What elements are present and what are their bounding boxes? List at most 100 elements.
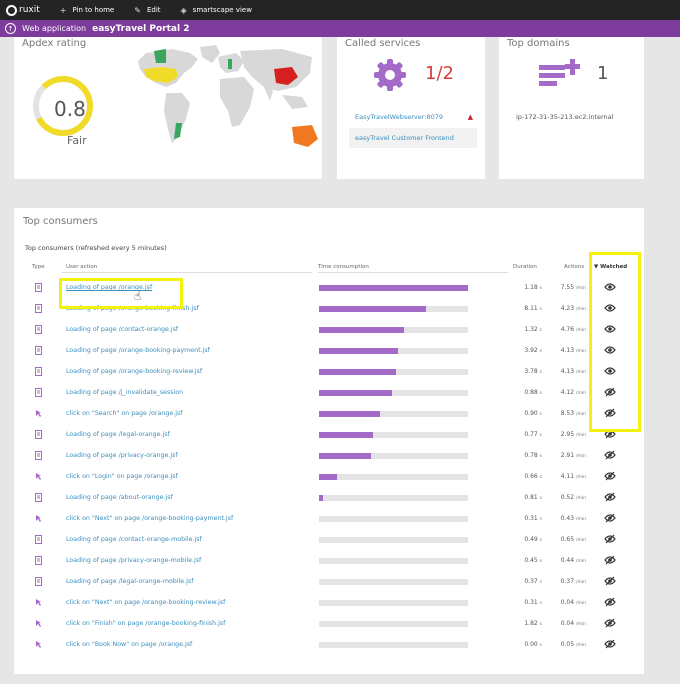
time-consumption-bar xyxy=(319,474,337,480)
domain-name[interactable]: ip-172-31-35-213.ec2.internal xyxy=(516,113,613,121)
back-arrow-icon[interactable]: ↑ xyxy=(5,23,16,34)
unwatched-eye-icon[interactable] xyxy=(604,555,616,565)
table-row[interactable]: Loading of page /legal-orange-mobile.jsf… xyxy=(22,572,636,593)
duration-unit: s xyxy=(539,307,542,312)
table-row[interactable]: Loading of page /privacy-orange-mobile.j… xyxy=(22,551,636,572)
table-row[interactable]: Loading of page /orange-booking-payment.… xyxy=(22,341,636,362)
time-consumption-track xyxy=(319,411,468,417)
actions-cell: 0.37 /min xyxy=(544,578,586,585)
user-action-link[interactable]: Loading of page /contact-orange.jsf xyxy=(66,326,178,333)
top-domains-card[interactable]: Top domains 1 ip-172-31-35-213.ec2.inter… xyxy=(499,37,644,179)
table-row[interactable]: click on "Finish" on page /orange-bookin… xyxy=(22,614,636,635)
actions-value: 0.04 xyxy=(560,620,575,627)
unwatched-eye-icon[interactable] xyxy=(604,513,616,523)
app-type-label: Web application xyxy=(22,24,87,33)
user-action-link[interactable]: click on "Login" on page /orange.jsf xyxy=(66,473,178,480)
actions-unit: /min xyxy=(575,622,586,627)
table-row[interactable]: click on "Login" on page /orange.jsf 0.66… xyxy=(22,467,636,488)
edit-button[interactable]: ✎ Edit xyxy=(134,6,160,15)
unwatched-eye-icon[interactable] xyxy=(604,450,616,460)
apdex-title: Apdex rating xyxy=(22,38,87,49)
duration-unit: s xyxy=(539,622,542,627)
smartscape-view-button[interactable]: ◈ smartscape view xyxy=(181,6,252,15)
table-row[interactable]: Loading of page /about-orange.jsf 0.81 s0… xyxy=(22,488,636,509)
actions-unit: /min xyxy=(575,496,586,501)
table-row[interactable]: click on "Next" on page /orange-booking-… xyxy=(22,509,636,530)
user-action-link[interactable]: Loading of page /privacy-orange.jsf xyxy=(66,452,178,459)
duration-cell: 1.82 s xyxy=(502,620,542,627)
time-consumption-track xyxy=(319,621,468,627)
services-gear-icon xyxy=(374,59,406,91)
table-row[interactable]: Loading of page /orange-booking-review.j… xyxy=(22,362,636,383)
table-row[interactable]: click on "Next" on page /orange-booking-… xyxy=(22,593,636,614)
ruxit-logo[interactable]: ruxit xyxy=(6,4,40,16)
user-action-link[interactable]: Loading of page /about-orange.jsf xyxy=(66,494,173,501)
table-row[interactable]: Loading of page /contact-orange.jsf 1.32 … xyxy=(22,320,636,341)
duration-value: 0.66 xyxy=(524,473,538,480)
actions-cell: 4.12 /min xyxy=(544,389,586,396)
actions-unit: /min xyxy=(575,412,586,417)
user-action-link[interactable]: Loading of page /contact-orange-mobile.j… xyxy=(66,536,202,543)
user-action-link[interactable]: click on "Next" on page /orange-booking-… xyxy=(66,515,233,522)
table-row[interactable]: Loading of page /privacy-orange.jsf 0.78 … xyxy=(22,446,636,467)
pin-to-home-button[interactable]: + Pin to home xyxy=(60,6,114,15)
app-bar: ↑ Web application easyTravel Portal 2 xyxy=(0,20,680,37)
column-time-consumption[interactable]: Time consumption xyxy=(318,264,369,270)
actions-unit: /min xyxy=(575,433,586,438)
user-action-link[interactable]: Loading of page /j_invalidate_session xyxy=(66,389,183,396)
column-duration[interactable]: Duration xyxy=(513,264,537,270)
user-action-link[interactable]: click on "Next" on page /orange-booking-… xyxy=(66,599,225,606)
unwatched-eye-icon[interactable] xyxy=(604,492,616,502)
actions-unit: /min xyxy=(575,580,586,585)
duration-cell: 0.78 s xyxy=(502,452,542,459)
duration-unit: s xyxy=(539,517,542,522)
user-action-link[interactable]: Loading of page /orange-booking-payment.… xyxy=(66,347,210,354)
map-canada xyxy=(154,49,166,63)
called-services-card[interactable]: Called services 1/2 EasyTravelWebserver:… xyxy=(337,37,485,179)
unwatched-eye-icon[interactable] xyxy=(604,576,616,586)
user-action-link[interactable]: click on "Book Now" on page /orange.jsf xyxy=(66,641,192,648)
unwatched-eye-icon[interactable] xyxy=(604,471,616,481)
unwatched-eye-icon[interactable] xyxy=(604,534,616,544)
app-title: easyTravel Portal 2 xyxy=(92,23,190,34)
actions-value: 0.43 xyxy=(560,515,575,522)
time-consumption-track xyxy=(319,432,468,438)
table-row[interactable]: click on "Book Now" on page /orange.jsf 0… xyxy=(22,635,636,656)
called-services-count: 1/2 xyxy=(425,63,454,84)
service-row[interactable]: easyTravel Customer Frontend xyxy=(349,128,477,148)
table-row[interactable]: Loading of page /legal-orange.jsf 0.77 s2… xyxy=(22,425,636,446)
user-action-link[interactable]: Loading of page /privacy-orange-mobile.j… xyxy=(66,557,201,564)
time-consumption-track xyxy=(319,579,468,585)
unwatched-eye-icon[interactable] xyxy=(604,639,616,649)
unwatched-eye-icon[interactable] xyxy=(604,618,616,628)
time-consumption-track xyxy=(319,327,468,333)
table-row[interactable]: click on "Search" on page /orange.jsf 0.9… xyxy=(22,404,636,425)
time-consumption-track xyxy=(319,453,468,459)
user-action-link[interactable]: click on "Search" on page /orange.jsf xyxy=(66,410,182,417)
apdex-card[interactable]: Apdex rating 0.8 Fair xyxy=(14,37,322,179)
table-row[interactable]: Loading of page /j_invalidate_session 0.8… xyxy=(22,383,636,404)
user-action-link[interactable]: Loading of page /legal-orange.jsf xyxy=(66,431,170,438)
time-consumption-bar xyxy=(319,411,380,417)
actions-cell: 0.52 /min xyxy=(544,494,586,501)
duration-cell: 0.37 s xyxy=(502,578,542,585)
table-row[interactable]: Loading of page /contact-orange-mobile.j… xyxy=(22,530,636,551)
duration-unit: s xyxy=(539,328,542,333)
duration-value: 8.11 xyxy=(524,305,538,312)
column-actions[interactable]: Actions xyxy=(564,264,584,270)
top-domains-count: 1 xyxy=(597,63,609,84)
column-user-action[interactable]: User action xyxy=(66,264,97,270)
actions-value: 4.13 xyxy=(560,347,575,354)
time-consumption-track xyxy=(319,558,468,564)
page-icon xyxy=(35,304,42,313)
actions-unit: /min xyxy=(575,517,586,522)
user-action-link[interactable]: click on "Finish" on page /orange-bookin… xyxy=(66,620,225,627)
service-row[interactable]: EasyTravelWebserver:8079 ▲ xyxy=(349,107,477,127)
actions-unit: /min xyxy=(575,559,586,564)
actions-unit: /min xyxy=(575,286,586,291)
unwatched-eye-icon[interactable] xyxy=(604,597,616,607)
duration-cell: 0.49 s xyxy=(502,536,542,543)
actions-value: 0.37 xyxy=(560,578,575,585)
user-action-link[interactable]: Loading of page /legal-orange-mobile.jsf xyxy=(66,578,193,585)
user-action-link[interactable]: Loading of page /orange-booking-review.j… xyxy=(66,368,202,375)
